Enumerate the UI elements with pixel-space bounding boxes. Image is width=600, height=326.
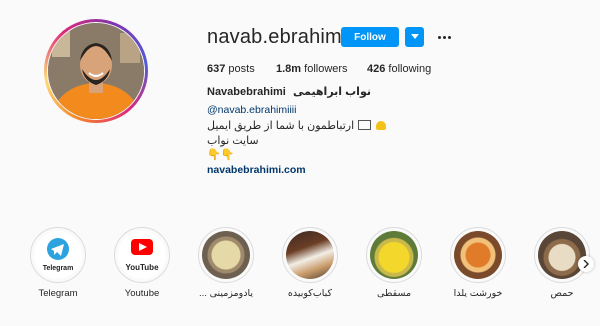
profile-full-name: Navabebrahimi نواب ابراهیمی	[207, 86, 371, 98]
following-link[interactable]: 426 following	[367, 63, 431, 75]
highlight-masghati[interactable]: مسقطی	[356, 227, 432, 299]
bio-line-site: سایت نواب	[207, 135, 259, 147]
avatar-photo	[48, 23, 144, 119]
suggested-dropdown-button[interactable]	[405, 27, 424, 47]
chevron-right-icon	[583, 260, 589, 268]
more-options-button[interactable]	[434, 27, 454, 47]
food-photo	[454, 231, 502, 279]
profile-avatar[interactable]	[44, 19, 148, 123]
highlight-youtube[interactable]: YouTube Youtube	[104, 227, 180, 299]
food-photo	[370, 231, 418, 279]
highlight-label: مسقطی	[376, 288, 412, 299]
envelope-emoji-icon	[358, 120, 372, 130]
highlight-telegram[interactable]: Telegram Telegram	[20, 227, 96, 299]
highlight-label: Telegram	[38, 288, 78, 299]
highlight-label: ... یادومزمینی	[199, 288, 253, 299]
highlight-label: کباب‌کوبیده	[287, 288, 333, 299]
highlight-kebab[interactable]: کباب‌کوبیده	[272, 227, 348, 299]
food-photo	[538, 231, 586, 279]
highlight-label: Youtube	[124, 288, 160, 299]
pointing-down-emoji: 👇👇	[207, 149, 235, 161]
highlights-next-button[interactable]	[578, 256, 594, 272]
follow-button[interactable]: Follow	[341, 27, 399, 47]
highlight-label: حمص	[550, 288, 574, 299]
profile-username: navab.ebrahimiii	[207, 26, 356, 48]
highlight-soup[interactable]: ... یادومزمینی	[188, 227, 264, 299]
heart-emoji-icon	[376, 121, 387, 130]
followers-link[interactable]: 1.8m followers	[276, 63, 348, 75]
highlight-label: خورشت یلدا	[453, 288, 503, 299]
website-link[interactable]: navabebrahimi.com	[207, 164, 306, 176]
posts-count: 637 posts	[207, 63, 255, 75]
ellipsis-icon	[437, 35, 441, 39]
food-photo	[286, 231, 334, 279]
chevron-down-icon	[410, 34, 419, 39]
food-photo	[202, 231, 250, 279]
person-illustration	[48, 23, 144, 119]
bio-line-email: ارتباطمون با شما از طریق ایمیل	[207, 119, 387, 132]
bio-mention-link[interactable]: @navab.ebrahimiiii	[207, 104, 296, 116]
highlight-khoresht-yalda[interactable]: خورشت یلدا	[440, 227, 516, 299]
